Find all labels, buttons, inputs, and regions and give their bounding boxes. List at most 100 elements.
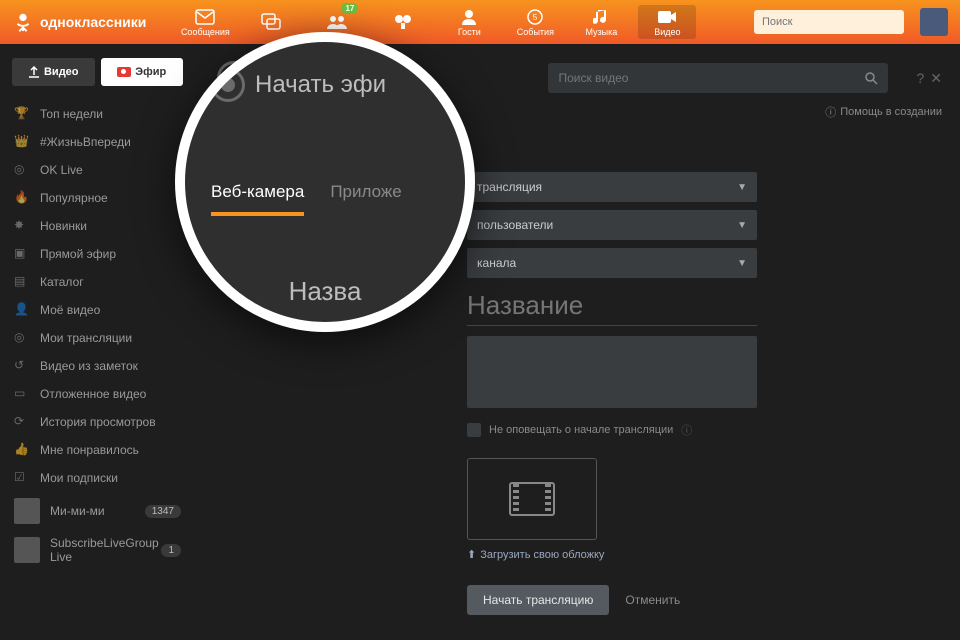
- top-search[interactable]: [754, 10, 904, 34]
- upload-video-button[interactable]: Видео: [12, 58, 95, 86]
- sidebar-item-label: SubscribeLiveGroup Live: [50, 536, 150, 564]
- topnav: Сообщения 17 Гости 5 События Музыка: [176, 5, 696, 39]
- thumb-icon: 👍: [14, 442, 30, 458]
- nav-video[interactable]: Видео: [638, 5, 696, 39]
- sidebar-item-later[interactable]: ▭Отложенное видео: [0, 380, 195, 408]
- cancel-button[interactable]: Отменить: [625, 593, 680, 607]
- film-icon: [509, 482, 555, 516]
- sidebar-item-label: Моё видео: [40, 303, 100, 317]
- users-select[interactable]: пользователи ▼: [467, 210, 757, 240]
- info-icon[interactable]: ⓘ: [681, 422, 692, 438]
- sidebar-item-label: Новинки: [40, 219, 87, 233]
- sidebar-channel[interactable]: Ми-ми-ми 1347: [0, 492, 195, 530]
- sidebar-item-popular[interactable]: 🔥Популярное: [0, 184, 195, 212]
- sidebar-item-label: Ми-ми-ми: [50, 504, 105, 518]
- target-icon: ◎: [14, 162, 30, 178]
- stream-title-input[interactable]: [467, 286, 757, 326]
- dont-notify-row[interactable]: Не оповещать о начале трансляции ⓘ: [467, 422, 907, 438]
- checkbox[interactable]: [467, 423, 481, 437]
- nav-guests[interactable]: Гости: [440, 5, 498, 39]
- brand[interactable]: одноклассники: [12, 11, 146, 33]
- help-link[interactable]: ⓘ Помощь в создании: [825, 104, 942, 120]
- sidebar-item-catalog[interactable]: ▤Каталог: [0, 268, 195, 296]
- sidebar-item-label: Мои подписки: [40, 471, 118, 485]
- header-controls: ? ✕: [916, 70, 942, 87]
- sidebar-item-label: История просмотров: [40, 415, 156, 429]
- close-icon[interactable]: ✕: [930, 70, 942, 87]
- sidebar-item-mystreams[interactable]: ◎ Мои трансляции: [0, 324, 195, 352]
- nav-music[interactable]: Музыка: [572, 5, 630, 39]
- tab-app[interactable]: Приложе: [330, 182, 401, 216]
- trophy-icon: 🏆: [14, 106, 30, 122]
- tab-webcam[interactable]: Веб-камера: [211, 182, 304, 216]
- upload-icon: ⬆: [467, 548, 476, 561]
- nav-label: Сообщения: [181, 27, 230, 37]
- go-live-button[interactable]: Эфир: [101, 58, 184, 86]
- mag-title: Начать эфи: [211, 68, 439, 102]
- avatar[interactable]: [920, 8, 948, 36]
- mag-title-text: Начать эфи: [255, 71, 386, 99]
- sidebar-item-top-week[interactable]: 🏆Топ недели: [0, 100, 195, 128]
- chevron-down-icon: ▼: [737, 258, 747, 269]
- stream-description-input[interactable]: [467, 336, 757, 408]
- notifications-icon: [392, 12, 414, 32]
- sidebar-item-live[interactable]: ▣Прямой эфир: [0, 240, 195, 268]
- grid-icon: ▤: [14, 274, 30, 290]
- tab-label: Веб-камера: [211, 182, 304, 201]
- sidebar-item-subs[interactable]: ☑Мои подписки: [0, 464, 195, 492]
- mag-name-placeholder: Назва: [211, 276, 439, 307]
- nav-messages[interactable]: Сообщения: [176, 5, 234, 39]
- music-icon: [590, 7, 612, 27]
- video-search[interactable]: [548, 63, 888, 93]
- start-stream-button[interactable]: Начать трансляцию: [467, 585, 609, 615]
- channel-thumb: [14, 498, 40, 524]
- help-link-label: Помощь в создании: [840, 106, 942, 118]
- discussions-icon: [260, 12, 282, 32]
- guests-icon: [458, 7, 480, 27]
- cover-preview: [467, 458, 597, 540]
- count-badge: 1347: [145, 505, 181, 518]
- note-icon: ↺: [14, 358, 30, 374]
- nav-label: Музыка: [585, 27, 617, 37]
- sidebar-item-myvideo[interactable]: 👤 Моё видео: [0, 296, 195, 324]
- sidebar-item-new[interactable]: ✸Новинки: [0, 212, 195, 240]
- select-label: канала: [477, 256, 516, 270]
- btn-label: Эфир: [135, 66, 166, 78]
- channel-select[interactable]: канала ▼: [467, 248, 757, 278]
- page: Видео Эфир 🏆Топ недели 👑#ЖизньВпереди ◎O…: [0, 44, 960, 640]
- nav-notifications[interactable]: [374, 5, 432, 39]
- badge: 17: [341, 3, 358, 14]
- sidebar-channel[interactable]: SubscribeLiveGroup Live 1: [0, 530, 195, 570]
- person-icon: 👤: [14, 302, 30, 318]
- btn-label: Начать трансляцию: [483, 593, 593, 607]
- nav-label: Гости: [458, 27, 481, 37]
- sidebar-item-history[interactable]: ⟳История просмотров: [0, 408, 195, 436]
- checkbox-label: Не оповещать о начале трансляции: [489, 424, 673, 436]
- nav-events[interactable]: 5 События: [506, 5, 564, 39]
- sidebar-item-oklive[interactable]: ◎OK Live: [0, 156, 195, 184]
- sidebar-item-notes[interactable]: ↺Видео из заметок: [0, 352, 195, 380]
- sidebar-item-liked[interactable]: 👍Мне понравилось: [0, 436, 195, 464]
- tab-label: Приложе: [330, 182, 401, 201]
- count-badge: 1: [161, 544, 181, 557]
- nav-label: События: [517, 27, 554, 37]
- live-icon: [117, 67, 131, 77]
- top-search-input[interactable]: [762, 16, 896, 28]
- video-search-input[interactable]: [558, 71, 864, 85]
- video-icon: [656, 7, 678, 27]
- upload-cover-label: Загрузить свою обложку: [480, 549, 604, 561]
- stream-form: трансляция ▼ пользователи ▼ канала ▼: [467, 172, 907, 615]
- mail-icon: [194, 7, 216, 27]
- sidebar-list: 🏆Топ недели 👑#ЖизньВпереди ◎OK Live 🔥Поп…: [0, 100, 195, 570]
- nav-discussions[interactable]: [242, 5, 300, 39]
- sidebar-item-label: Мои трансляции: [40, 331, 132, 345]
- sidebar-item-hashtag[interactable]: 👑#ЖизньВпереди: [0, 128, 195, 156]
- sidebar-item-label: Популярное: [40, 191, 108, 205]
- help-icon[interactable]: ?: [916, 70, 924, 87]
- channel-thumb: [14, 537, 40, 563]
- broadcast-type-select[interactable]: трансляция ▼: [467, 172, 757, 202]
- target-icon: ◎: [14, 330, 30, 346]
- clock-icon: ▭: [14, 386, 30, 402]
- upload-cover-link[interactable]: ⬆ Загрузить свою обложку: [467, 548, 604, 561]
- topbar: одноклассники Сообщения 17 Гости 5 Событ…: [0, 0, 960, 44]
